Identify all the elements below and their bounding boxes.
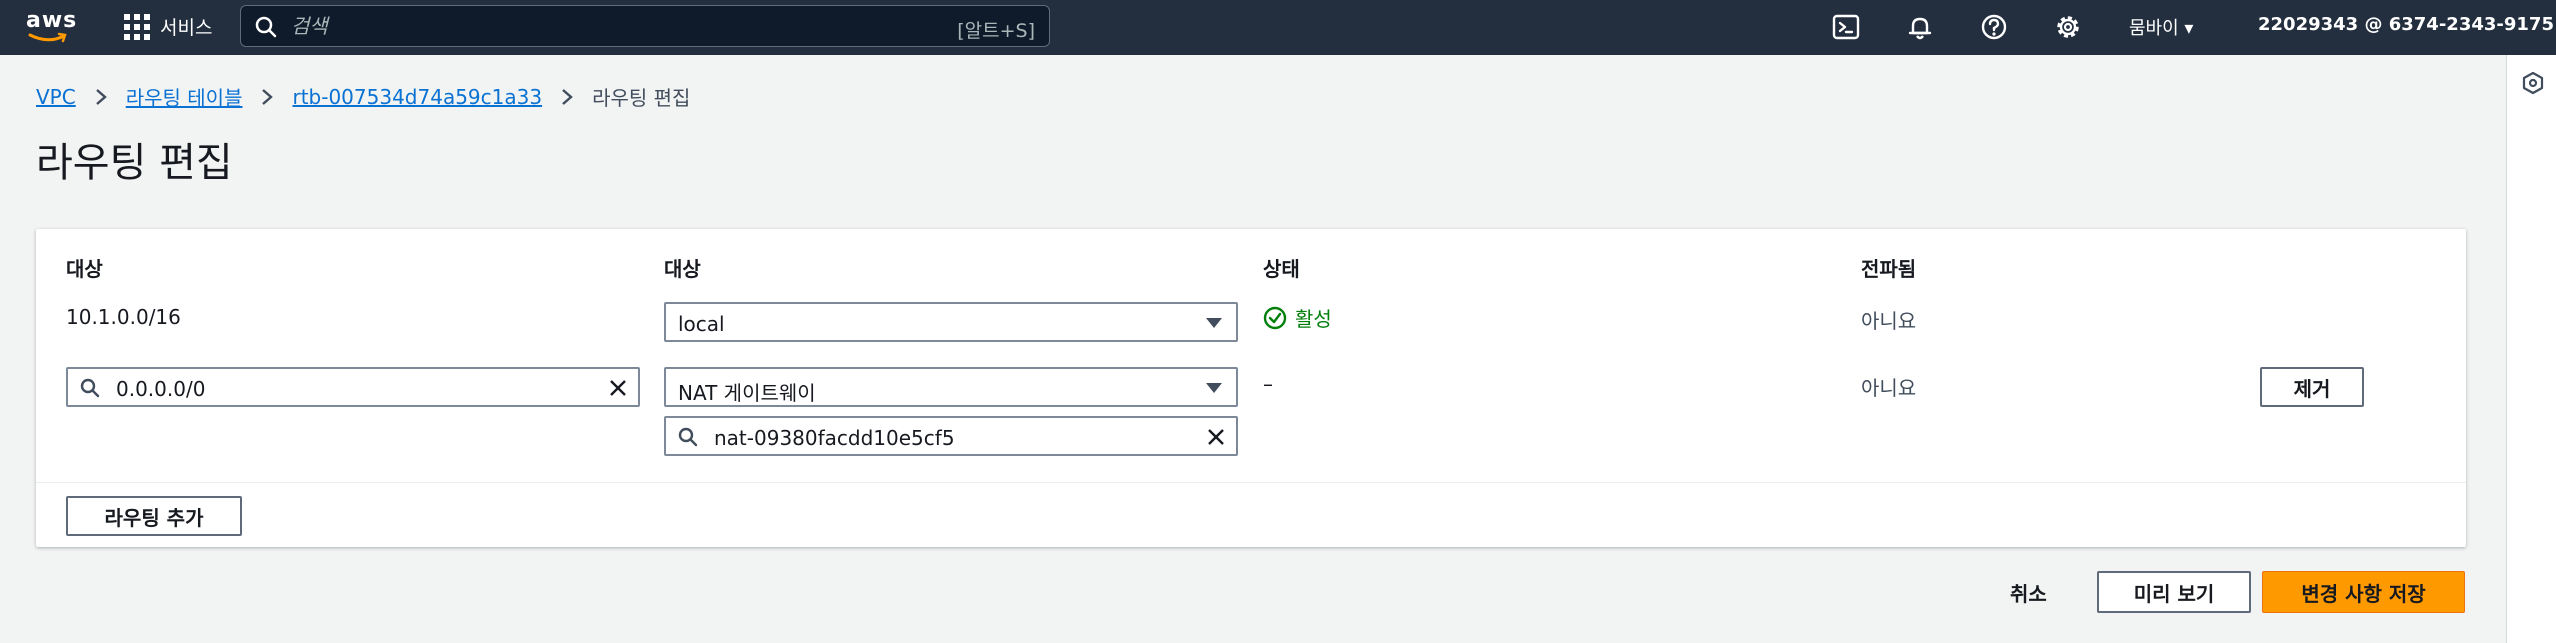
top-navigation: aws 서비스 [알트+S] 뭄바 <box>0 0 2556 55</box>
settings-icon[interactable] <box>2053 12 2083 42</box>
cancel-button[interactable]: 취소 <box>2010 578 2047 607</box>
column-header-status: 상태 <box>1263 257 1300 281</box>
route-2-propagated: 아니요 <box>1861 376 1917 400</box>
breadcrumb-route-table-id[interactable]: rtb-007534d74a59c1a33 <box>292 85 542 109</box>
cloudshell-icon[interactable] <box>1831 12 1861 42</box>
aws-smile-icon <box>28 32 67 43</box>
breadcrumb-current: 라우팅 편집 <box>592 86 691 110</box>
page-title: 라우팅 편집 <box>36 140 233 186</box>
route-2-target-id-input[interactable]: nat-09380facdd10e5cf5 <box>664 416 1238 456</box>
app-grid-icon <box>124 13 150 40</box>
clear-icon[interactable] <box>1206 427 1226 447</box>
card-divider <box>36 482 2466 483</box>
route-1-destination: 10.1.0.0/16 <box>66 305 181 329</box>
chevron-right-icon <box>562 88 573 105</box>
search-icon <box>80 378 100 398</box>
route-2-status: – <box>1263 372 1273 396</box>
save-changes-button[interactable]: 변경 사항 저장 <box>2262 571 2465 613</box>
column-header-target: 대상 <box>664 257 701 281</box>
add-route-button[interactable]: 라우팅 추가 <box>66 496 242 536</box>
search-icon <box>678 427 698 447</box>
bell-icon[interactable] <box>1905 12 1935 42</box>
search-input[interactable] <box>291 6 891 46</box>
help-icon[interactable] <box>1979 12 2009 42</box>
route-1-status: 활성 <box>1263 303 1332 332</box>
search-bar[interactable]: [알트+S] <box>240 5 1050 47</box>
right-tools-rail <box>2506 55 2556 643</box>
breadcrumb-vpc[interactable]: VPC <box>36 85 76 109</box>
info-panel-icon[interactable] <box>2521 71 2545 95</box>
caret-down-icon <box>1206 318 1222 328</box>
routes-editor-card: 대상 대상 상태 전파됨 10.1.0.0/16 local 활성 아니요 0.… <box>36 229 2466 547</box>
clear-icon[interactable] <box>608 378 628 398</box>
route-2-target-id-value: nat-09380facdd10e5cf5 <box>714 426 955 450</box>
breadcrumb: VPC 라우팅 테이블 rtb-007534d74a59c1a33 라우팅 편집 <box>36 82 690 111</box>
region-selector[interactable]: 뭄바이 ▾ <box>2129 14 2193 40</box>
route-1-target-select[interactable]: local <box>664 302 1238 342</box>
status-success-icon <box>1263 306 1287 329</box>
route-2-destination-value: 0.0.0.0/0 <box>116 377 206 401</box>
route-2-target-value: NAT 게이트웨이 <box>678 381 816 405</box>
remove-route-button[interactable]: 제거 <box>2260 367 2364 407</box>
route-1-propagated: 아니요 <box>1861 309 1917 333</box>
account-menu[interactable]: 22029343 @ 6374-2343-9175 ▾ <box>2258 14 2556 35</box>
search-icon <box>255 16 277 38</box>
caret-down-icon <box>1206 383 1222 393</box>
route-1-target-value: local <box>678 312 725 336</box>
chevron-right-icon <box>262 88 274 105</box>
route-2-target-select[interactable]: NAT 게이트웨이 <box>664 367 1238 407</box>
chevron-right-icon <box>95 88 107 105</box>
aws-logo-text: aws <box>26 8 78 33</box>
preview-button[interactable]: 미리 보기 <box>2097 571 2251 613</box>
services-label: 서비스 <box>160 17 213 39</box>
breadcrumb-route-tables[interactable]: 라우팅 테이블 <box>126 82 243 111</box>
column-header-propagated: 전파됨 <box>1861 257 1917 281</box>
search-shortcut-hint: [알트+S] <box>957 20 1035 42</box>
column-header-destination: 대상 <box>66 257 103 281</box>
services-menu-button[interactable]: 서비스 <box>124 13 212 40</box>
aws-logo[interactable]: aws <box>26 8 78 48</box>
route-2-destination-input[interactable]: 0.0.0.0/0 <box>66 367 640 407</box>
route-1-status-text: 활성 <box>1295 307 1332 331</box>
